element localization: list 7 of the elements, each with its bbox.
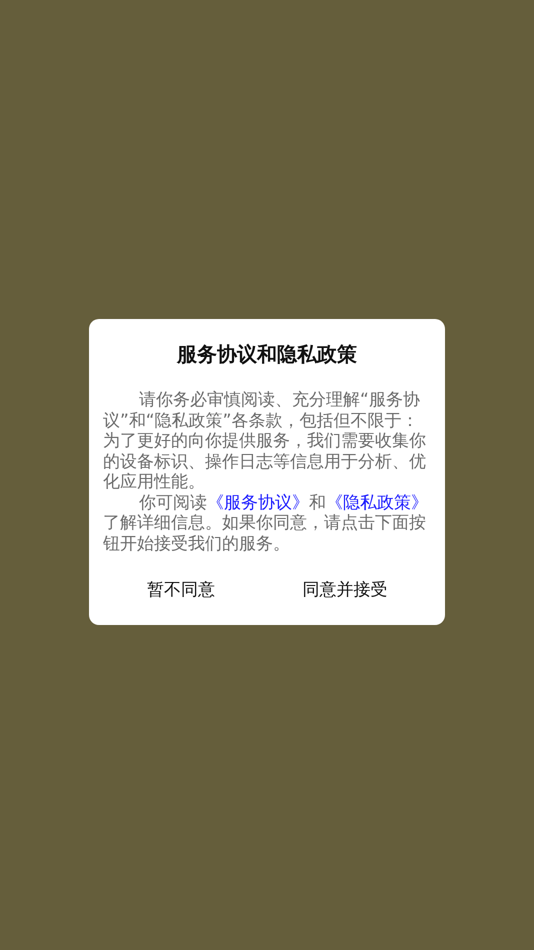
accept-button[interactable]: 同意并接受 [294,576,396,603]
dialog-title: 服务协议和隐私政策 [176,341,358,368]
policy-link[interactable]: 《服务协议》 [207,492,309,512]
body-paragraph: 你可阅读《服务协议》和《隐私政策》 了解详细信息。如果你同意，请点击下面按钮开始接受我们的服务。 [103,492,429,554]
body-paragraph: 请你务必审慎阅读、充分理解“服务协议”和“隐私政策”各条款，包括但不限于：为了更好的向你提供服务，我们需要收集你的设备标识、操作日志等信息用于分析、优化应用性能。 [103,390,427,492]
policy-link[interactable]: 《隐私政策》 [326,492,428,512]
decline-button[interactable]: 暂不同意 [138,576,223,603]
